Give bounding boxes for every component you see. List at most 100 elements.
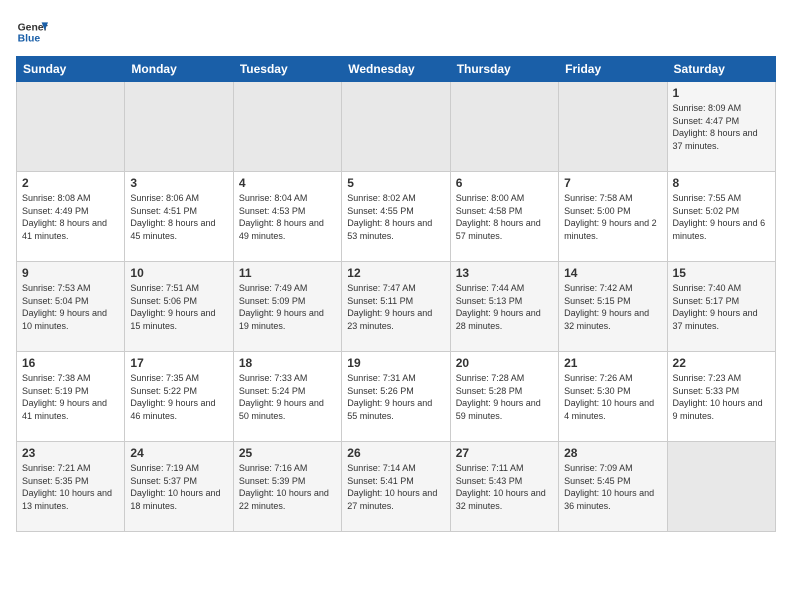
- day-number: 24: [130, 446, 227, 460]
- calendar-cell: 22Sunrise: 7:23 AMSunset: 5:33 PMDayligh…: [667, 352, 775, 442]
- day-info: Sunrise: 7:44 AMSunset: 5:13 PMDaylight:…: [456, 282, 553, 332]
- calendar-cell: 18 Sunrise: 7:33 AMSunset: 5:24 PMDayligh…: [233, 352, 341, 442]
- day-number: 10: [130, 266, 227, 280]
- day-info: Sunrise: 7:33 AMSunset: 5:24 PMDaylight:…: [239, 372, 336, 422]
- day-info: Sunrise: 8:06 AMSunset: 4:51 PMDaylight:…: [130, 192, 227, 242]
- calendar-cell: 20 Sunrise: 7:28 AMSunset: 5:28 PMDayligh…: [450, 352, 558, 442]
- weekday-header: Saturday: [667, 57, 775, 82]
- calendar-cell: 1 Sunrise: 8:09 AMSunset: 4:47 PMDaylight…: [667, 82, 775, 172]
- calendar-cell: 14Sunrise: 7:42 AMSunset: 5:15 PMDayligh…: [559, 262, 667, 352]
- calendar-cell: 6 Sunrise: 8:00 AMSunset: 4:58 PMDaylight…: [450, 172, 558, 262]
- day-info: Sunrise: 7:14 AMSunset: 5:41 PMDaylight:…: [347, 462, 444, 512]
- day-info: Sunrise: 7:51 AMSunset: 5:06 PMDaylight:…: [130, 282, 227, 332]
- day-number: 6: [456, 176, 553, 190]
- day-info: Sunrise: 8:00 AMSunset: 4:58 PMDaylight:…: [456, 192, 553, 242]
- calendar-cell: 8 Sunrise: 7:55 AMSunset: 5:02 PMDaylight…: [667, 172, 775, 262]
- calendar-cell: 13 Sunrise: 7:44 AMSunset: 5:13 PMDayligh…: [450, 262, 558, 352]
- weekday-header-row: SundayMondayTuesdayWednesdayThursdayFrid…: [17, 57, 776, 82]
- calendar-cell: 28 Sunrise: 7:09 AMSunset: 5:45 PMDayligh…: [559, 442, 667, 532]
- day-number: 20: [456, 356, 553, 370]
- day-info: Sunrise: 7:26 AMSunset: 5:30 PMDaylight:…: [564, 372, 661, 422]
- weekday-header: Friday: [559, 57, 667, 82]
- calendar-cell: 3 Sunrise: 8:06 AMSunset: 4:51 PMDaylight…: [125, 172, 233, 262]
- day-number: 28: [564, 446, 661, 460]
- calendar-week-row: 9 Sunrise: 7:53 AMSunset: 5:04 PMDaylight…: [17, 262, 776, 352]
- day-number: 8: [673, 176, 770, 190]
- day-info: Sunrise: 8:02 AMSunset: 4:55 PMDaylight:…: [347, 192, 444, 242]
- calendar-cell: 15 Sunrise: 7:40 AMSunset: 5:17 PMDayligh…: [667, 262, 775, 352]
- day-number: 2: [22, 176, 119, 190]
- day-number: 22: [673, 356, 770, 370]
- calendar-cell: 16Sunrise: 7:38 AMSunset: 5:19 PMDayligh…: [17, 352, 125, 442]
- calendar-week-row: 1 Sunrise: 8:09 AMSunset: 4:47 PMDaylight…: [17, 82, 776, 172]
- calendar-cell: 10 Sunrise: 7:51 AMSunset: 5:06 PMDayligh…: [125, 262, 233, 352]
- day-info: Sunrise: 8:04 AMSunset: 4:53 PMDaylight:…: [239, 192, 336, 242]
- day-info: Sunrise: 7:28 AMSunset: 5:28 PMDaylight:…: [456, 372, 553, 422]
- day-info: Sunrise: 7:40 AMSunset: 5:17 PMDaylight:…: [673, 282, 770, 332]
- day-info: Sunrise: 7:58 AMSunset: 5:00 PMDaylight:…: [564, 192, 661, 242]
- calendar-cell: [233, 82, 341, 172]
- svg-text:Blue: Blue: [18, 34, 41, 45]
- day-info: Sunrise: 7:31 AMSunset: 5:26 PMDaylight:…: [347, 372, 444, 422]
- weekday-header: Wednesday: [342, 57, 450, 82]
- day-number: 11: [239, 266, 336, 280]
- day-number: 19: [347, 356, 444, 370]
- day-number: 27: [456, 446, 553, 460]
- day-info: Sunrise: 8:09 AMSunset: 4:47 PMDaylight:…: [673, 102, 770, 152]
- calendar-cell: 27 Sunrise: 7:11 AMSunset: 5:43 PMDayligh…: [450, 442, 558, 532]
- logo: General Blue: [16, 16, 48, 48]
- day-info: Sunrise: 7:09 AMSunset: 5:45 PMDaylight:…: [564, 462, 661, 512]
- day-info: Sunrise: 8:08 AMSunset: 4:49 PMDaylight:…: [22, 192, 119, 242]
- day-number: 18: [239, 356, 336, 370]
- day-number: 3: [130, 176, 227, 190]
- calendar-cell: 12 Sunrise: 7:47 AMSunset: 5:11 PMDayligh…: [342, 262, 450, 352]
- day-info: Sunrise: 7:19 AMSunset: 5:37 PMDaylight:…: [130, 462, 227, 512]
- day-number: 7: [564, 176, 661, 190]
- day-number: 12: [347, 266, 444, 280]
- calendar-cell: 11Sunrise: 7:49 AMSunset: 5:09 PMDayligh…: [233, 262, 341, 352]
- calendar-cell: 24 Sunrise: 7:19 AMSunset: 5:37 PMDayligh…: [125, 442, 233, 532]
- weekday-header: Tuesday: [233, 57, 341, 82]
- day-info: Sunrise: 7:55 AMSunset: 5:02 PMDaylight:…: [673, 192, 770, 242]
- day-info: Sunrise: 7:47 AMSunset: 5:11 PMDaylight:…: [347, 282, 444, 332]
- day-number: 15: [673, 266, 770, 280]
- day-number: 21: [564, 356, 661, 370]
- day-number: 23: [22, 446, 119, 460]
- day-number: 5: [347, 176, 444, 190]
- weekday-header: Monday: [125, 57, 233, 82]
- calendar-cell: 17 Sunrise: 7:35 AMSunset: 5:22 PMDayligh…: [125, 352, 233, 442]
- day-number: 25: [239, 446, 336, 460]
- day-info: Sunrise: 7:35 AMSunset: 5:22 PMDaylight:…: [130, 372, 227, 422]
- day-number: 1: [673, 86, 770, 100]
- day-info: Sunrise: 7:11 AMSunset: 5:43 PMDaylight:…: [456, 462, 553, 512]
- calendar-cell: 26Sunrise: 7:14 AMSunset: 5:41 PMDayligh…: [342, 442, 450, 532]
- day-info: Sunrise: 7:42 AMSunset: 5:15 PMDaylight:…: [564, 282, 661, 332]
- day-info: Sunrise: 7:16 AMSunset: 5:39 PMDaylight:…: [239, 462, 336, 512]
- calendar-cell: 4 Sunrise: 8:04 AMSunset: 4:53 PMDaylight…: [233, 172, 341, 262]
- calendar-cell: 25 Sunrise: 7:16 AMSunset: 5:39 PMDayligh…: [233, 442, 341, 532]
- calendar-cell: [125, 82, 233, 172]
- calendar-week-row: 2 Sunrise: 8:08 AMSunset: 4:49 PMDaylight…: [17, 172, 776, 262]
- day-info: Sunrise: 7:21 AMSunset: 5:35 PMDaylight:…: [22, 462, 119, 512]
- day-info: Sunrise: 7:53 AMSunset: 5:04 PMDaylight:…: [22, 282, 119, 332]
- calendar-cell: 7 Sunrise: 7:58 AMSunset: 5:00 PMDaylight…: [559, 172, 667, 262]
- calendar-cell: 23 Sunrise: 7:21 AMSunset: 5:35 PMDayligh…: [17, 442, 125, 532]
- calendar-table: SundayMondayTuesdayWednesdayThursdayFrid…: [16, 56, 776, 532]
- day-number: 13: [456, 266, 553, 280]
- weekday-header: Sunday: [17, 57, 125, 82]
- day-number: 9: [22, 266, 119, 280]
- calendar-cell: [667, 442, 775, 532]
- calendar-cell: [450, 82, 558, 172]
- day-info: Sunrise: 7:38 AMSunset: 5:19 PMDaylight:…: [22, 372, 119, 422]
- page-header: General Blue: [16, 16, 776, 48]
- calendar-cell: [342, 82, 450, 172]
- day-number: 17: [130, 356, 227, 370]
- calendar-week-row: 16Sunrise: 7:38 AMSunset: 5:19 PMDayligh…: [17, 352, 776, 442]
- calendar-cell: 2 Sunrise: 8:08 AMSunset: 4:49 PMDaylight…: [17, 172, 125, 262]
- calendar-cell: 21 Sunrise: 7:26 AMSunset: 5:30 PMDayligh…: [559, 352, 667, 442]
- calendar-cell: 9 Sunrise: 7:53 AMSunset: 5:04 PMDaylight…: [17, 262, 125, 352]
- calendar-cell: 5 Sunrise: 8:02 AMSunset: 4:55 PMDaylight…: [342, 172, 450, 262]
- calendar-cell: [17, 82, 125, 172]
- weekday-header: Thursday: [450, 57, 558, 82]
- day-number: 4: [239, 176, 336, 190]
